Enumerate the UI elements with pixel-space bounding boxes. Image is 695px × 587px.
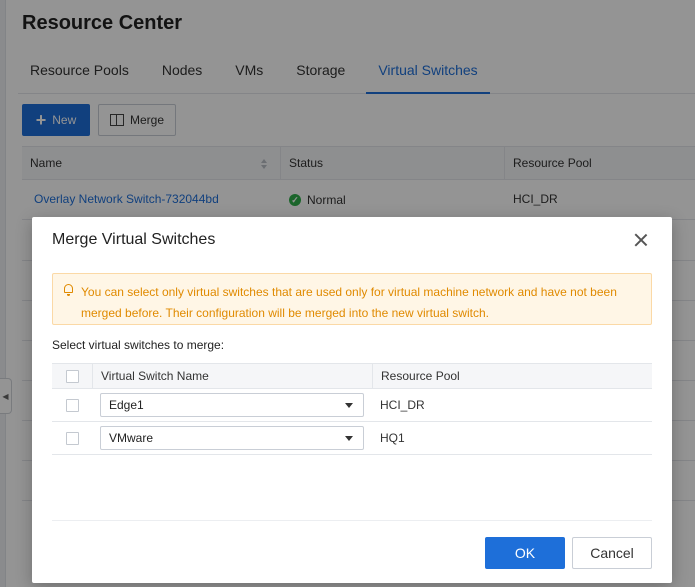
selected-switch-value: VMware	[109, 431, 154, 445]
cancel-button[interactable]: Cancel	[572, 537, 652, 569]
dialog-title: Merge Virtual Switches	[52, 231, 216, 248]
select-switches-label: Select virtual switches to merge:	[52, 338, 225, 352]
merge-table-header: Virtual Switch Name Resource Pool	[52, 363, 652, 389]
close-icon[interactable]	[632, 231, 650, 249]
caret-down-icon	[345, 436, 353, 441]
table-row: Edge1 HCI_DR	[52, 389, 652, 422]
merge-switch-table: Virtual Switch Name Resource Pool Edge1 …	[52, 363, 652, 521]
column-header-resource-pool: Resource Pool	[372, 364, 652, 388]
row-checkbox[interactable]	[65, 431, 79, 445]
ok-button[interactable]: OK	[485, 537, 565, 569]
warning-notice-text: You can select only virtual switches tha…	[81, 285, 617, 320]
caret-down-icon	[345, 403, 353, 408]
resource-pool-cell: HCI_DR	[380, 398, 425, 412]
warning-notice: You can select only virtual switches tha…	[52, 273, 652, 325]
resource-pool-cell: HQ1	[380, 431, 405, 445]
select-all-checkbox[interactable]	[65, 369, 79, 383]
bell-icon	[63, 284, 74, 296]
column-header-virtual-switch-name: Virtual Switch Name	[92, 364, 372, 388]
virtual-switch-select[interactable]: VMware	[100, 426, 364, 450]
selected-switch-value: Edge1	[109, 398, 144, 412]
row-checkbox[interactable]	[65, 398, 79, 412]
merge-virtual-switches-dialog: Merge Virtual Switches You can select on…	[32, 217, 672, 583]
virtual-switch-select[interactable]: Edge1	[100, 393, 364, 417]
table-row: VMware HQ1	[52, 422, 652, 455]
